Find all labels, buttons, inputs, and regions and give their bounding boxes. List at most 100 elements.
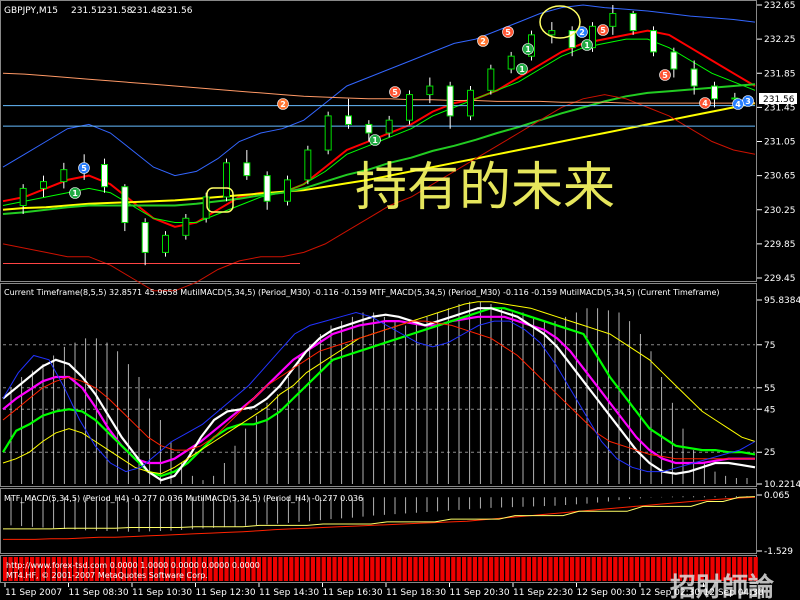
- sub3-strip-bar: [462, 557, 467, 581]
- sub3-strip-bar: [467, 557, 472, 581]
- sub3-strip-bar: [364, 557, 369, 581]
- sub3-strip-bar: [375, 557, 380, 581]
- time-tick-label: 12 Sep 00:30: [577, 588, 637, 598]
- candle-body: [650, 30, 657, 53]
- sub3-strip-bar: [273, 557, 278, 581]
- candle-body: [609, 13, 617, 27]
- candle-body: [507, 55, 515, 70]
- sub3-strip-bar: [435, 557, 440, 581]
- signal-marker-label: 4: [735, 100, 741, 109]
- main-header-open: 231.51: [71, 6, 103, 16]
- sub3-strip-bar: [305, 557, 310, 581]
- sub3-strip-bar: [553, 557, 558, 581]
- candle-body: [202, 196, 210, 219]
- sub3-strip-bar: [440, 557, 445, 581]
- sub3-strip-bar: [499, 557, 504, 581]
- main-price-layer: 1521525112 5154 34: [2, 4, 756, 292]
- candle-body: [182, 217, 190, 236]
- signal-marker-label: 5: [81, 164, 87, 173]
- time-tick-label: 11 Sep 16:30: [323, 588, 383, 598]
- sub3-strip-bar: [262, 557, 267, 581]
- sub3-strip-bar: [316, 557, 321, 581]
- candle-body: [243, 162, 251, 177]
- candle-body: [121, 186, 129, 224]
- sub3-strip-bar: [494, 557, 499, 581]
- sub3-strip-bar: [532, 557, 537, 581]
- price-tick-label: 229.45: [764, 274, 796, 284]
- time-tick-label: 11 Sep 22:30: [513, 588, 573, 598]
- signal-marker-label: 5: [662, 71, 668, 80]
- sub3-strip-bar: [478, 557, 483, 581]
- price-tick-label: 231.05: [764, 138, 796, 148]
- time-tick-label: 11 Sep 20:30: [450, 588, 510, 598]
- sub3-strip-bar: [429, 557, 434, 581]
- signal-marker-label: 3: [745, 97, 751, 106]
- sub1-tick-label: 25: [764, 448, 775, 458]
- sub1-tick-label: 45: [764, 405, 775, 415]
- sub3-strip-bar: [472, 557, 477, 581]
- candle-body: [263, 175, 271, 202]
- signal-marker-label: 2: [579, 28, 585, 37]
- sub2-series-line: [3, 496, 756, 540]
- signal-marker-label: 2: [280, 100, 286, 109]
- chart-canvas[interactable]: 1521525112 5154 34 GBPJPY,M15 231.51 231.5…: [0, 0, 800, 600]
- candle-body: [324, 115, 332, 151]
- sub3-strip-bar: [283, 557, 288, 581]
- candle-body: [385, 119, 393, 134]
- sub1-series-line: [2, 311, 756, 473]
- sub3-strip-bar: [564, 557, 569, 581]
- sub1-tick-label: 55: [764, 384, 775, 394]
- sub3-strip-bar: [597, 557, 602, 581]
- sub3-strip-bar: [548, 557, 553, 581]
- sub3-strip-bar: [559, 557, 564, 581]
- sub3-strip-bar: [343, 557, 348, 581]
- candle-body: [141, 222, 149, 253]
- sub3-strip-bar: [570, 557, 575, 581]
- signal-marker-label: 2: [480, 37, 486, 46]
- signal-marker-label: 1: [372, 136, 378, 145]
- sub3-strip-bar: [510, 557, 515, 581]
- sub3-strip-bar: [294, 557, 299, 581]
- sub3-strip-bar: [386, 557, 391, 581]
- sub3-strip-bar: [413, 557, 418, 581]
- candle-body: [162, 234, 169, 253]
- time-tick-label: 12 Sep 02:30: [640, 588, 700, 598]
- sub3-strip-bar: [505, 557, 510, 581]
- sub3-strip-bar: [602, 557, 607, 581]
- sub3-strip-bar: [321, 557, 326, 581]
- sub3-line1: http://www.forex-tsd.com 0.0000 1.0000 0…: [6, 561, 260, 570]
- sub3-strip-bar: [537, 557, 542, 581]
- sub3-strip-bar: [391, 557, 396, 581]
- sub3-strip-bar: [580, 557, 585, 581]
- candle-body: [446, 85, 454, 117]
- sub3-strip-bar: [381, 557, 386, 581]
- sub3-strip-bar: [456, 557, 461, 581]
- handwriting-text: 持有的未来: [355, 158, 615, 218]
- sub3-strip-bar: [451, 557, 456, 581]
- candle-body: [304, 149, 312, 181]
- sub3-strip-bar: [370, 557, 375, 581]
- sub3-strip-bar: [310, 557, 315, 581]
- main-header-low: 231.48: [131, 6, 163, 16]
- sub3-strip-bar: [640, 557, 645, 581]
- candle-body: [345, 115, 352, 125]
- price-tick-label: 232.65: [764, 1, 796, 11]
- sub3-line2: MT4.HF, © 2001-2007 MetaQuotes Software …: [6, 571, 208, 580]
- signal-marker-label: 5: [600, 26, 606, 35]
- sub3-strip-bar: [586, 557, 591, 581]
- sub3-strip-bar: [629, 557, 634, 581]
- sub3-strip-bar: [645, 557, 650, 581]
- price-tick-label: 231.45: [764, 103, 796, 113]
- candle-body: [406, 94, 413, 121]
- sub3-strip-bar: [661, 557, 666, 581]
- sub3-strip-bar: [278, 557, 283, 581]
- candle-body: [365, 123, 373, 134]
- signal-marker-label: 1: [525, 45, 531, 54]
- sub3-strip-bar: [418, 557, 423, 581]
- sub3-strip-bar: [348, 557, 353, 581]
- sub3-strip-bar: [300, 557, 305, 581]
- time-tick-label: 11 Sep 10:30: [132, 588, 192, 598]
- sub3-strip-bar: [656, 557, 661, 581]
- signal-marker-label: 1: [72, 189, 78, 198]
- main-header-close: 231.56: [161, 6, 193, 16]
